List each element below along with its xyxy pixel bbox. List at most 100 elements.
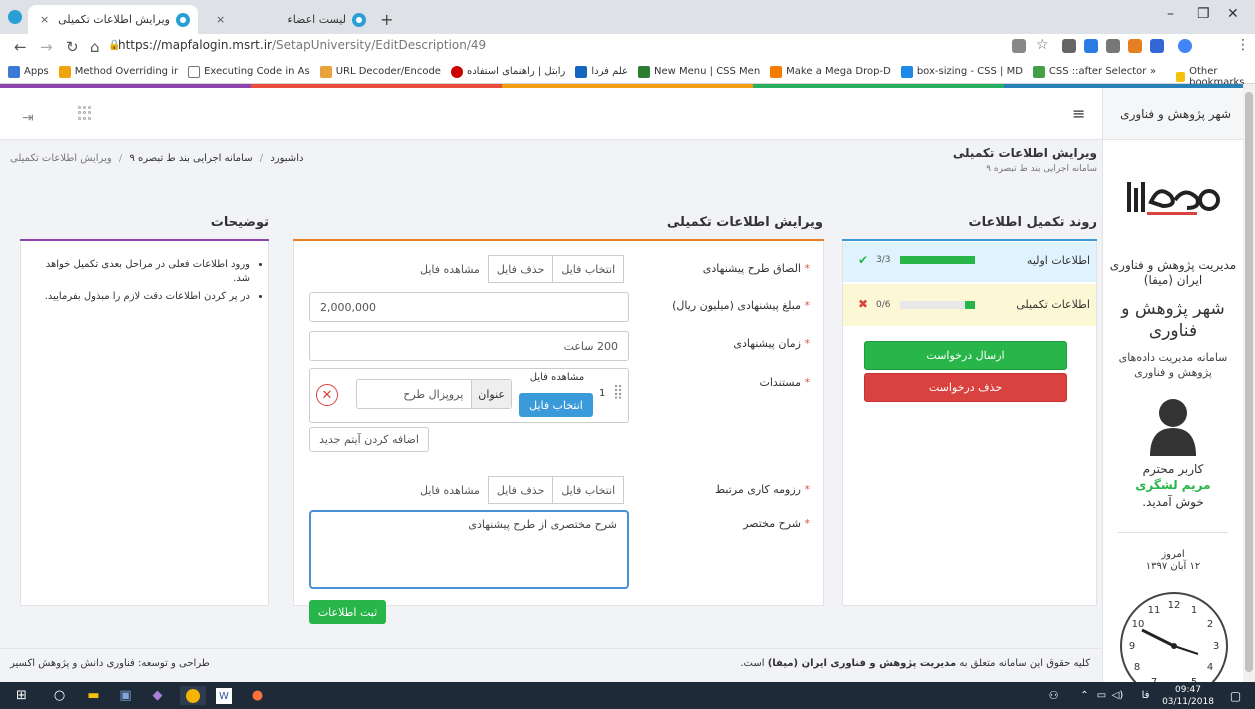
doc-choose-file-button[interactable]: انتخاب فایل [519,393,593,417]
page-subtitle: سامانه اجرایی بند ط تبصره ۹ [986,164,1097,174]
word-icon[interactable]: W [216,688,232,704]
profile-icon[interactable] [8,10,22,24]
resume-delete-file-button[interactable]: حذف فایل [487,476,553,504]
people-icon[interactable]: ⚇ [1044,686,1063,705]
doc-title-input[interactable]: پروپزال طرح [395,380,471,408]
amount-input[interactable]: 2,000,000 [309,292,629,322]
docs-label: * مستندات [650,376,810,389]
doc-title-addon: عنوان [471,380,511,408]
notes-title: توضیحات [210,215,269,230]
bookmark-item[interactable]: Method Overriding ir [58,65,178,78]
user-avatar-icon [1148,398,1198,456]
translate-icon[interactable] [1012,39,1026,53]
bookmark-apps[interactable]: Apps [8,65,49,78]
tab-close-icon[interactable]: × [36,13,53,26]
minimize-icon[interactable]: – [1167,6,1174,22]
apps-grid-icon[interactable] [78,106,92,120]
chrome-icon[interactable] [180,686,206,705]
breadcrumb-sep: / [259,153,264,164]
firefox-icon[interactable]: ● [248,686,267,705]
extension-camera-icon[interactable] [1106,39,1120,53]
url-host: https://mapfalogin.msrt.ir [118,38,272,52]
add-item-button[interactable]: اضافه کردن آیتم جدید [309,427,429,452]
choose-file-button[interactable]: انتخاب فایل [552,255,625,283]
app-icon[interactable]: ▣ [116,686,135,705]
delete-file-button[interactable]: حذف فایل [487,255,553,283]
progress-count-extra: 0/6 [876,300,891,310]
system-name: سامانه مدیریت داده‌های پژوهش و فناوری [1118,351,1228,379]
notes-list: ورود اطلاعات فعلی در مراحل بعدی تکمیل خو… [30,258,262,304]
breadcrumb: داشبورد / سامانه اجرایی بند ط تبصره ۹ / … [10,153,330,164]
notifications-icon[interactable]: ▢ [1226,686,1245,705]
extension-icon[interactable] [1128,39,1142,53]
bookmark-item[interactable]: رابتل | راهنمای استفاده [450,65,566,78]
bookmark-label: علم فردا [591,66,629,77]
logout-icon[interactable]: ⇥ [22,110,34,126]
menu-toggle-icon[interactable]: ≡ [1072,104,1085,123]
file-explorer-icon[interactable]: ▬ [84,686,103,705]
user-name: مریم لشگری [1135,478,1211,492]
system-clock[interactable]: 09:47 03/11/2018 [1160,684,1216,708]
maximize-icon[interactable]: ❐ [1197,6,1210,22]
home-icon[interactable]: ⌂ [90,38,100,56]
city-title: شهر پژوهش و فناوری [1121,299,1225,341]
resume-label: * رزومه کاری مرتبط [650,483,810,496]
bookmark-favicon-icon [575,65,588,78]
window-close-icon[interactable]: ✕ [1227,6,1239,22]
new-tab-button[interactable]: + [380,10,393,29]
bookmark-item[interactable]: Make a Mega Drop-D [770,65,891,78]
volume-icon[interactable]: ◁) [1108,686,1127,705]
extension-icon[interactable] [1084,39,1098,53]
time-input[interactable]: 200 ساعت [309,331,629,361]
send-request-button[interactable]: ارسال درخواست [864,341,1067,370]
breadcrumb-system[interactable]: سامانه اجرایی بند ط تبصره ۹ [129,153,252,164]
forward-icon[interactable]: → [40,38,53,56]
bookmark-item[interactable]: URL Decoder/Encode [319,65,441,78]
windows-start-icon[interactable]: ⊞ [12,686,31,705]
apps-grid-icon [8,65,20,78]
bookmark-favicon-icon [319,65,332,78]
submit-button[interactable]: ثبت اطلاعات [309,600,386,624]
scrollbar-thumb[interactable] [1245,92,1253,672]
chrome-menu-icon[interactable]: ⋮ [1236,37,1250,53]
tab-close-icon[interactable]: × [212,13,229,26]
doc-view-file[interactable]: مشاهده فایل [521,372,593,383]
bookmark-item[interactable]: علم فردا [575,65,629,78]
doc-title-field: عنوان پروپزال طرح [356,379,512,409]
delete-request-button[interactable]: حذف درخواست [864,373,1067,402]
reload-icon[interactable]: ↻ [66,38,79,56]
bookmarks-overflow[interactable]: » [1150,66,1156,77]
remove-item-icon[interactable]: ✕ [316,384,338,406]
extension-icon[interactable] [1178,39,1192,53]
resume-label-text: رزومه کاری مرتبط [714,483,801,496]
back-icon[interactable]: ← [14,38,27,56]
resume-view-file-link[interactable]: مشاهده فایل [412,476,488,504]
bookmark-item[interactable]: CSS ::after Selector [1032,65,1146,78]
resume-choose-file-button[interactable]: انتخاب فایل [552,476,625,504]
extension-icon[interactable] [1150,39,1164,53]
star-icon[interactable]: ☆ [1036,37,1049,53]
tab-members-list[interactable]: لیست اعضاء × [204,5,374,34]
site-favicon-icon [352,12,366,27]
url-field[interactable]: https://mapfalogin.msrt.ir/SetapUniversi… [118,38,486,52]
bookmark-favicon-icon [450,65,463,78]
drag-handle-icon[interactable]: ⣿ [613,384,623,400]
bookmark-label: رابتل | راهنمای استفاده [466,66,566,77]
summary-textarea[interactable]: شرح مختصری از طرح پیشنهادی [309,510,629,589]
breadcrumb-dashboard[interactable]: داشبورد [270,153,303,164]
amount-label: * مبلغ پیشنهادی (میلیون ریال) [630,299,810,312]
bookmark-item[interactable]: Executing Code in As [188,65,310,78]
windows-taskbar: ⊞ ○ ▬ ▣ ◆ W ● ⚇ ⌃ ▭ ◁) فا 09:47 03/11/20… [0,682,1255,709]
extension-pen-icon[interactable] [1062,39,1076,53]
language-indicator[interactable]: فا [1136,686,1155,705]
visual-studio-icon[interactable]: ◆ [148,686,167,705]
summary-label: * شرح مختصر [650,517,810,530]
bookmark-item[interactable]: box-sizing - CSS | MD [900,65,1023,78]
bookmark-label: New Menu | CSS Men [654,66,761,77]
bookmark-item[interactable]: New Menu | CSS Men [638,65,761,78]
bookmark-favicon-icon [638,65,651,78]
tab-edit-info[interactable]: ویرایش اطلاعات تکمیلی × [28,5,198,34]
cortana-icon[interactable]: ○ [50,686,69,705]
view-file-link[interactable]: مشاهده فایل [412,255,488,283]
time-label-text: زمان پیشنهادی [733,337,801,350]
